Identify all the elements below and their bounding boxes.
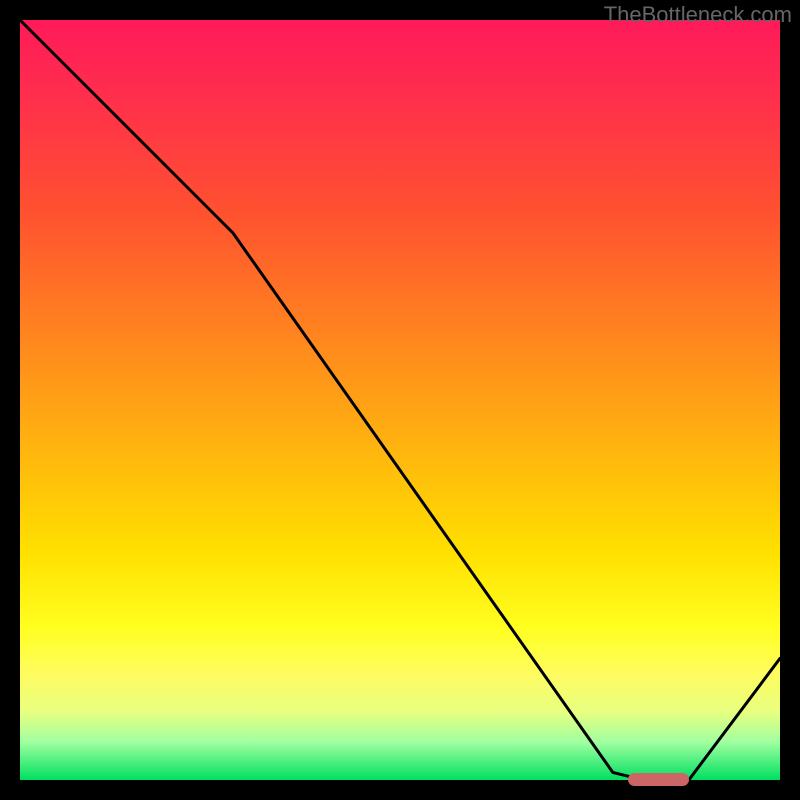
chart-line <box>20 20 780 780</box>
watermark-text: TheBottleneck.com <box>604 2 792 28</box>
floor-marker <box>628 773 689 786</box>
